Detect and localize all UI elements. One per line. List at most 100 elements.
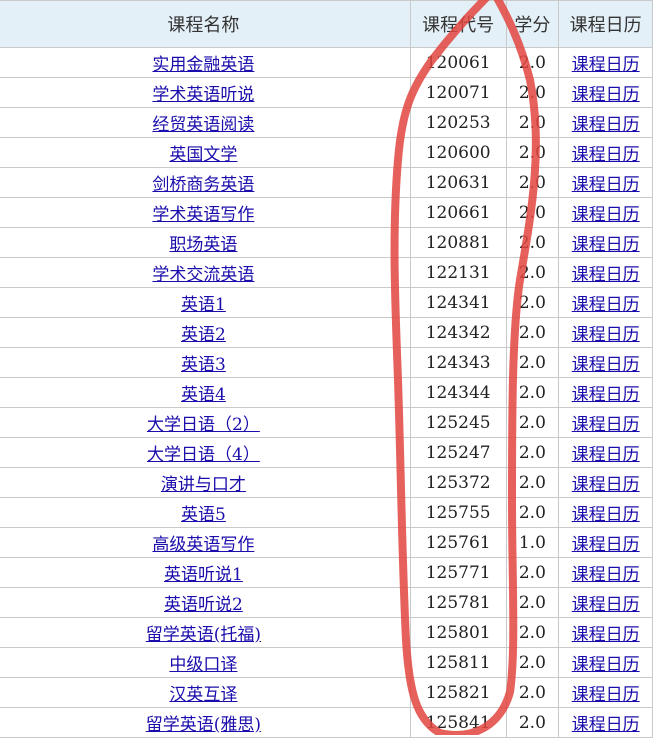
calendar-cell: 课程日历 (558, 347, 653, 378)
course-name-link[interactable]: 英语听说2 (164, 595, 243, 615)
table-row: 英语听说2 125781 2.0 课程日历 (0, 587, 653, 618)
course-name-link[interactable]: 留学英语(托福) (146, 625, 261, 645)
course-name-link[interactable]: 英语1 (181, 295, 226, 315)
course-name-cell: 学术英语听说 (0, 77, 411, 108)
course-calendar-link[interactable]: 课程日历 (572, 415, 640, 435)
course-name-cell: 高级英语写作 (0, 527, 411, 558)
course-name-cell: 英国文学 (0, 137, 411, 168)
course-calendar-link[interactable]: 课程日历 (572, 685, 640, 705)
course-name-link[interactable]: 实用金融英语 (152, 55, 254, 75)
course-calendar-link[interactable]: 课程日历 (572, 595, 640, 615)
course-code-cell: 120631 (409, 167, 507, 198)
calendar-cell: 课程日历 (558, 707, 653, 738)
course-calendar-link[interactable]: 课程日历 (572, 655, 640, 675)
course-name-link[interactable]: 中级口译 (169, 655, 237, 675)
calendar-cell: 课程日历 (558, 257, 653, 288)
course-name-link[interactable]: 学术交流英语 (152, 265, 254, 285)
credit-cell: 2.0 (505, 437, 560, 468)
course-calendar-link[interactable]: 课程日历 (572, 205, 640, 225)
course-code-cell: 124342 (409, 317, 507, 348)
course-name-link[interactable]: 英语5 (181, 505, 226, 525)
course-name-link[interactable]: 英语2 (181, 325, 226, 345)
course-calendar-link[interactable]: 课程日历 (572, 55, 640, 75)
course-calendar-link[interactable]: 课程日历 (572, 175, 640, 195)
course-calendar-link[interactable]: 课程日历 (572, 355, 640, 375)
course-name-cell: 英语4 (0, 377, 411, 408)
course-code-cell: 125372 (409, 467, 507, 498)
calendar-cell: 课程日历 (558, 497, 653, 528)
course-code-cell: 125811 (409, 647, 507, 678)
course-name-cell: 英语听说1 (0, 557, 411, 588)
course-calendar-link[interactable]: 课程日历 (572, 505, 640, 525)
table-row: 学术英语听说 120071 2.0 课程日历 (0, 77, 653, 108)
course-calendar-link[interactable]: 课程日历 (572, 385, 640, 405)
course-name-cell: 留学英语(托福) (0, 617, 411, 648)
column-header-credit: 学分 (505, 0, 560, 48)
credit-cell: 2.0 (505, 557, 560, 588)
course-name-link[interactable]: 剑桥商务英语 (152, 175, 254, 195)
course-calendar-link[interactable]: 课程日历 (572, 565, 640, 585)
course-name-link[interactable]: 经贸英语阅读 (152, 115, 254, 135)
course-name-cell: 英语听说2 (0, 587, 411, 618)
table-row: 英语1 124341 2.0 课程日历 (0, 287, 653, 318)
course-calendar-link[interactable]: 课程日历 (572, 85, 640, 105)
course-name-cell: 英语1 (0, 287, 411, 318)
course-code-cell: 125781 (409, 587, 507, 618)
table-row: 高级英语写作 125761 1.0 课程日历 (0, 527, 653, 558)
credit-cell: 2.0 (505, 287, 560, 318)
course-calendar-link[interactable]: 课程日历 (572, 325, 640, 345)
course-name-link[interactable]: 职场英语 (169, 235, 237, 255)
table-row: 大学日语（2） 125245 2.0 课程日历 (0, 407, 653, 438)
course-code-cell: 125755 (409, 497, 507, 528)
course-code-cell: 125247 (409, 437, 507, 468)
course-calendar-link[interactable]: 课程日历 (572, 475, 640, 495)
course-name-link[interactable]: 英国文学 (169, 145, 237, 165)
course-name-link[interactable]: 演讲与口才 (161, 475, 246, 495)
calendar-cell: 课程日历 (558, 227, 653, 258)
calendar-cell: 课程日历 (558, 407, 653, 438)
course-calendar-link[interactable]: 课程日历 (572, 625, 640, 645)
credit-cell: 2.0 (505, 587, 560, 618)
course-name-cell: 演讲与口才 (0, 467, 411, 498)
course-code-cell: 120881 (409, 227, 507, 258)
credit-cell: 2.0 (505, 347, 560, 378)
course-calendar-link[interactable]: 课程日历 (572, 535, 640, 555)
course-name-link[interactable]: 英语4 (181, 385, 226, 405)
calendar-cell: 课程日历 (558, 617, 653, 648)
course-code-cell: 120253 (409, 107, 507, 138)
credit-cell: 2.0 (505, 467, 560, 498)
course-calendar-link[interactable]: 课程日历 (572, 235, 640, 255)
course-name-link[interactable]: 学术英语写作 (152, 205, 254, 225)
course-calendar-link[interactable]: 课程日历 (572, 265, 640, 285)
course-name-link[interactable]: 英语听说1 (164, 565, 243, 585)
course-calendar-link[interactable]: 课程日历 (572, 145, 640, 165)
course-name-link[interactable]: 大学日语（2） (147, 415, 260, 435)
course-name-link[interactable]: 大学日语（4） (147, 445, 260, 465)
table-row: 剑桥商务英语 120631 2.0 课程日历 (0, 167, 653, 198)
credit-cell: 2.0 (505, 47, 560, 78)
calendar-cell: 课程日历 (558, 587, 653, 618)
calendar-cell: 课程日历 (558, 137, 653, 168)
table-row: 留学英语(雅思) 125841 2.0 课程日历 (0, 707, 653, 738)
course-name-link[interactable]: 英语3 (181, 355, 226, 375)
course-name-link[interactable]: 留学英语(雅思) (146, 715, 261, 735)
calendar-cell: 课程日历 (558, 647, 653, 678)
course-name-cell: 中级口译 (0, 647, 411, 678)
course-calendar-link[interactable]: 课程日历 (572, 715, 640, 735)
course-calendar-link[interactable]: 课程日历 (572, 445, 640, 465)
course-calendar-link[interactable]: 课程日历 (572, 115, 640, 135)
calendar-cell: 课程日历 (558, 377, 653, 408)
table-row: 英语5 125755 2.0 课程日历 (0, 497, 653, 528)
course-name-link[interactable]: 高级英语写作 (152, 535, 254, 555)
course-name-link[interactable]: 汉英互译 (169, 685, 237, 705)
course-code-cell: 120071 (409, 77, 507, 108)
credit-cell: 2.0 (505, 197, 560, 228)
table-row: 学术英语写作 120661 2.0 课程日历 (0, 197, 653, 228)
course-code-cell: 122131 (409, 257, 507, 288)
table-row: 留学英语(托福) 125801 2.0 课程日历 (0, 617, 653, 648)
credit-cell: 2.0 (505, 677, 560, 708)
table-row: 英语4 124344 2.0 课程日历 (0, 377, 653, 408)
course-calendar-link[interactable]: 课程日历 (572, 295, 640, 315)
credit-cell: 2.0 (505, 167, 560, 198)
course-name-link[interactable]: 学术英语听说 (152, 85, 254, 105)
